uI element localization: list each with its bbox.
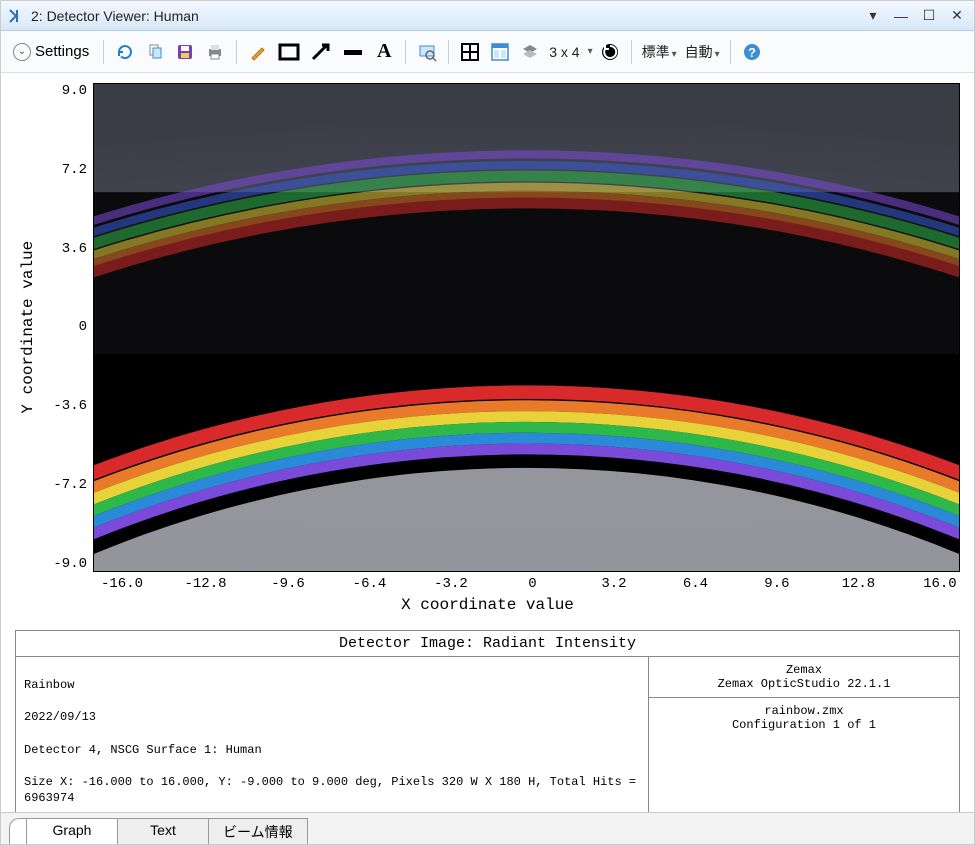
settings-button[interactable]: ⌄ Settings bbox=[7, 40, 95, 64]
app-icon bbox=[7, 7, 25, 25]
standard-dropdown[interactable]: 標準▾ bbox=[640, 42, 679, 62]
dropdown-icon[interactable]: ▾ bbox=[862, 5, 884, 27]
grid-dropdown-icon[interactable]: ▾ bbox=[588, 46, 593, 57]
save-button[interactable] bbox=[172, 38, 198, 66]
settings-label: Settings bbox=[35, 43, 89, 60]
text-tool-button[interactable]: A bbox=[371, 38, 397, 66]
expand-button[interactable] bbox=[457, 38, 483, 66]
grid-size-label: 3 x 4 bbox=[547, 44, 581, 60]
chevron-down-icon: ⌄ bbox=[13, 43, 31, 61]
tab-lead-curve bbox=[9, 818, 27, 844]
rectangle-tool-button[interactable] bbox=[275, 38, 303, 66]
info-right-software: Zemax Zemax OpticStudio 22.1.1 bbox=[649, 657, 959, 698]
maximize-button[interactable]: ☐ bbox=[918, 5, 940, 27]
reset-button[interactable] bbox=[597, 38, 623, 66]
print-button[interactable] bbox=[202, 38, 228, 66]
line-weight-button[interactable] bbox=[339, 38, 367, 66]
refresh-button[interactable] bbox=[112, 38, 138, 66]
svg-text:?: ? bbox=[748, 45, 756, 60]
bottom-tabs: Graph Text ビーム情報 bbox=[1, 812, 974, 844]
tab-graph[interactable]: Graph bbox=[26, 818, 118, 844]
y-axis-ticks: 9.0 7.2 3.6 0 -3.6 -7.2 -9.0 bbox=[41, 83, 93, 572]
close-button[interactable]: ✕ bbox=[946, 5, 968, 27]
zoom-button[interactable] bbox=[414, 38, 440, 66]
x-axis-label: X coordinate value bbox=[15, 596, 960, 614]
arrow-tool-button[interactable] bbox=[307, 38, 335, 66]
content-area: Y coordinate value 9.0 7.2 3.6 0 -3.6 -7… bbox=[1, 73, 974, 812]
pencil-button[interactable] bbox=[245, 38, 271, 66]
detector-plot[interactable] bbox=[93, 83, 960, 572]
info-panel: Detector Image: Radiant Intensity Rainbo… bbox=[15, 630, 960, 812]
tab-beam-info[interactable]: ビーム情報 bbox=[208, 818, 308, 844]
titlebar: 2: Detector Viewer: Human ▾ — ☐ ✕ bbox=[1, 1, 974, 31]
info-right: Zemax Zemax OpticStudio 22.1.1 rainbow.z… bbox=[649, 657, 959, 812]
chart-zone: Y coordinate value 9.0 7.2 3.6 0 -3.6 -7… bbox=[15, 83, 960, 614]
layers-button[interactable] bbox=[517, 38, 543, 66]
window-layout-button[interactable] bbox=[487, 38, 513, 66]
copy-button[interactable] bbox=[142, 38, 168, 66]
toolbar: ⌄ Settings A 3 x 4 ▾ 標準▾ bbox=[1, 31, 974, 73]
auto-dropdown[interactable]: 自動▾ bbox=[683, 42, 722, 62]
help-button[interactable]: ? bbox=[739, 38, 765, 66]
x-axis-ticks: -16.0 -12.8 -9.6 -6.4 -3.2 0 3.2 6.4 9.6… bbox=[101, 576, 960, 592]
minimize-button[interactable]: — bbox=[890, 5, 912, 27]
y-axis-label: Y coordinate value bbox=[15, 83, 41, 572]
tab-text[interactable]: Text bbox=[117, 818, 209, 844]
info-left-text: Rainbow 2022/09/13 Detector 4, NSCG Surf… bbox=[16, 657, 649, 812]
info-right-file: rainbow.zmx Configuration 1 of 1 bbox=[649, 698, 959, 738]
window-title: 2: Detector Viewer: Human bbox=[31, 8, 199, 24]
info-panel-title: Detector Image: Radiant Intensity bbox=[16, 631, 959, 657]
